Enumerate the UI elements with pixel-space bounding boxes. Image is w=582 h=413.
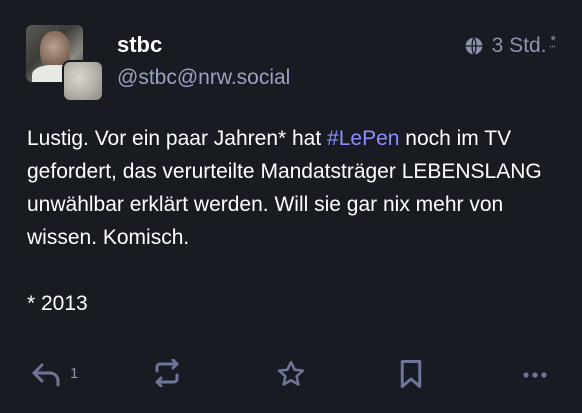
edited-marker[interactable]: *: [551, 32, 556, 48]
boost-button[interactable]: [151, 359, 183, 387]
secondary-avatar: [62, 60, 104, 102]
post-timestamp[interactable]: 3 Std.: [492, 34, 547, 58]
favourite-button[interactable]: [276, 359, 306, 389]
hashtag-link[interactable]: #LePen: [327, 127, 399, 150]
account-handle[interactable]: @stbc@nrw.social: [117, 66, 290, 90]
avatar[interactable]: [26, 25, 104, 102]
bookmark-button[interactable]: [398, 359, 424, 389]
reply-button[interactable]: 1: [30, 359, 78, 387]
post-text: Lustig. Vor ein paar Jahren* hat #LePen …: [27, 122, 562, 254]
bookmark-icon: [398, 359, 424, 389]
post-footnote: * 2013: [27, 292, 88, 315]
post-text-start: Lustig. Vor ein paar Jahren* hat: [27, 127, 328, 150]
status-post: stbc @stbc@nrw.social 3 Std. * Lustig. V…: [0, 0, 582, 413]
post-meta: 3 Std. *: [464, 32, 556, 58]
globe-icon: [464, 36, 484, 56]
reply-count: 1: [70, 364, 79, 382]
more-button[interactable]: [521, 359, 549, 387]
favourite-icon: [276, 359, 306, 389]
display-name[interactable]: stbc: [117, 32, 162, 58]
reply-icon: [30, 359, 62, 387]
boost-icon: [151, 359, 183, 387]
more-icon: [521, 359, 549, 387]
action-bar: 1: [0, 352, 582, 396]
timestamp-text[interactable]: 3 Std.: [492, 34, 547, 57]
post-content: Lustig. Vor ein paar Jahren* hat #LePen …: [27, 122, 562, 320]
